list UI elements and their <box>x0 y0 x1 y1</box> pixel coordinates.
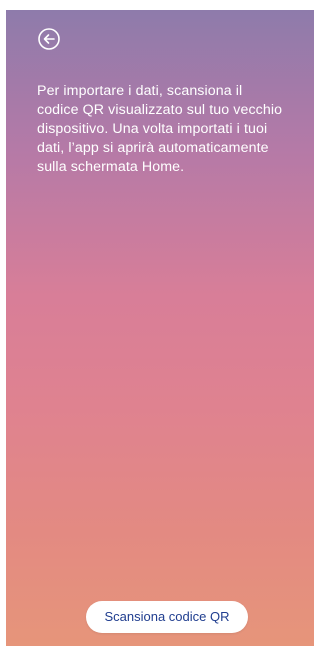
arrow-left-circle-icon <box>38 28 60 50</box>
scan-qr-code-button[interactable]: Scansiona codice QR <box>86 601 248 633</box>
import-data-screen: Per importare i dati, scansiona il codic… <box>6 10 314 646</box>
back-button[interactable] <box>37 27 61 51</box>
instructions-text: Per importare i dati, scansiona il codic… <box>37 83 283 175</box>
